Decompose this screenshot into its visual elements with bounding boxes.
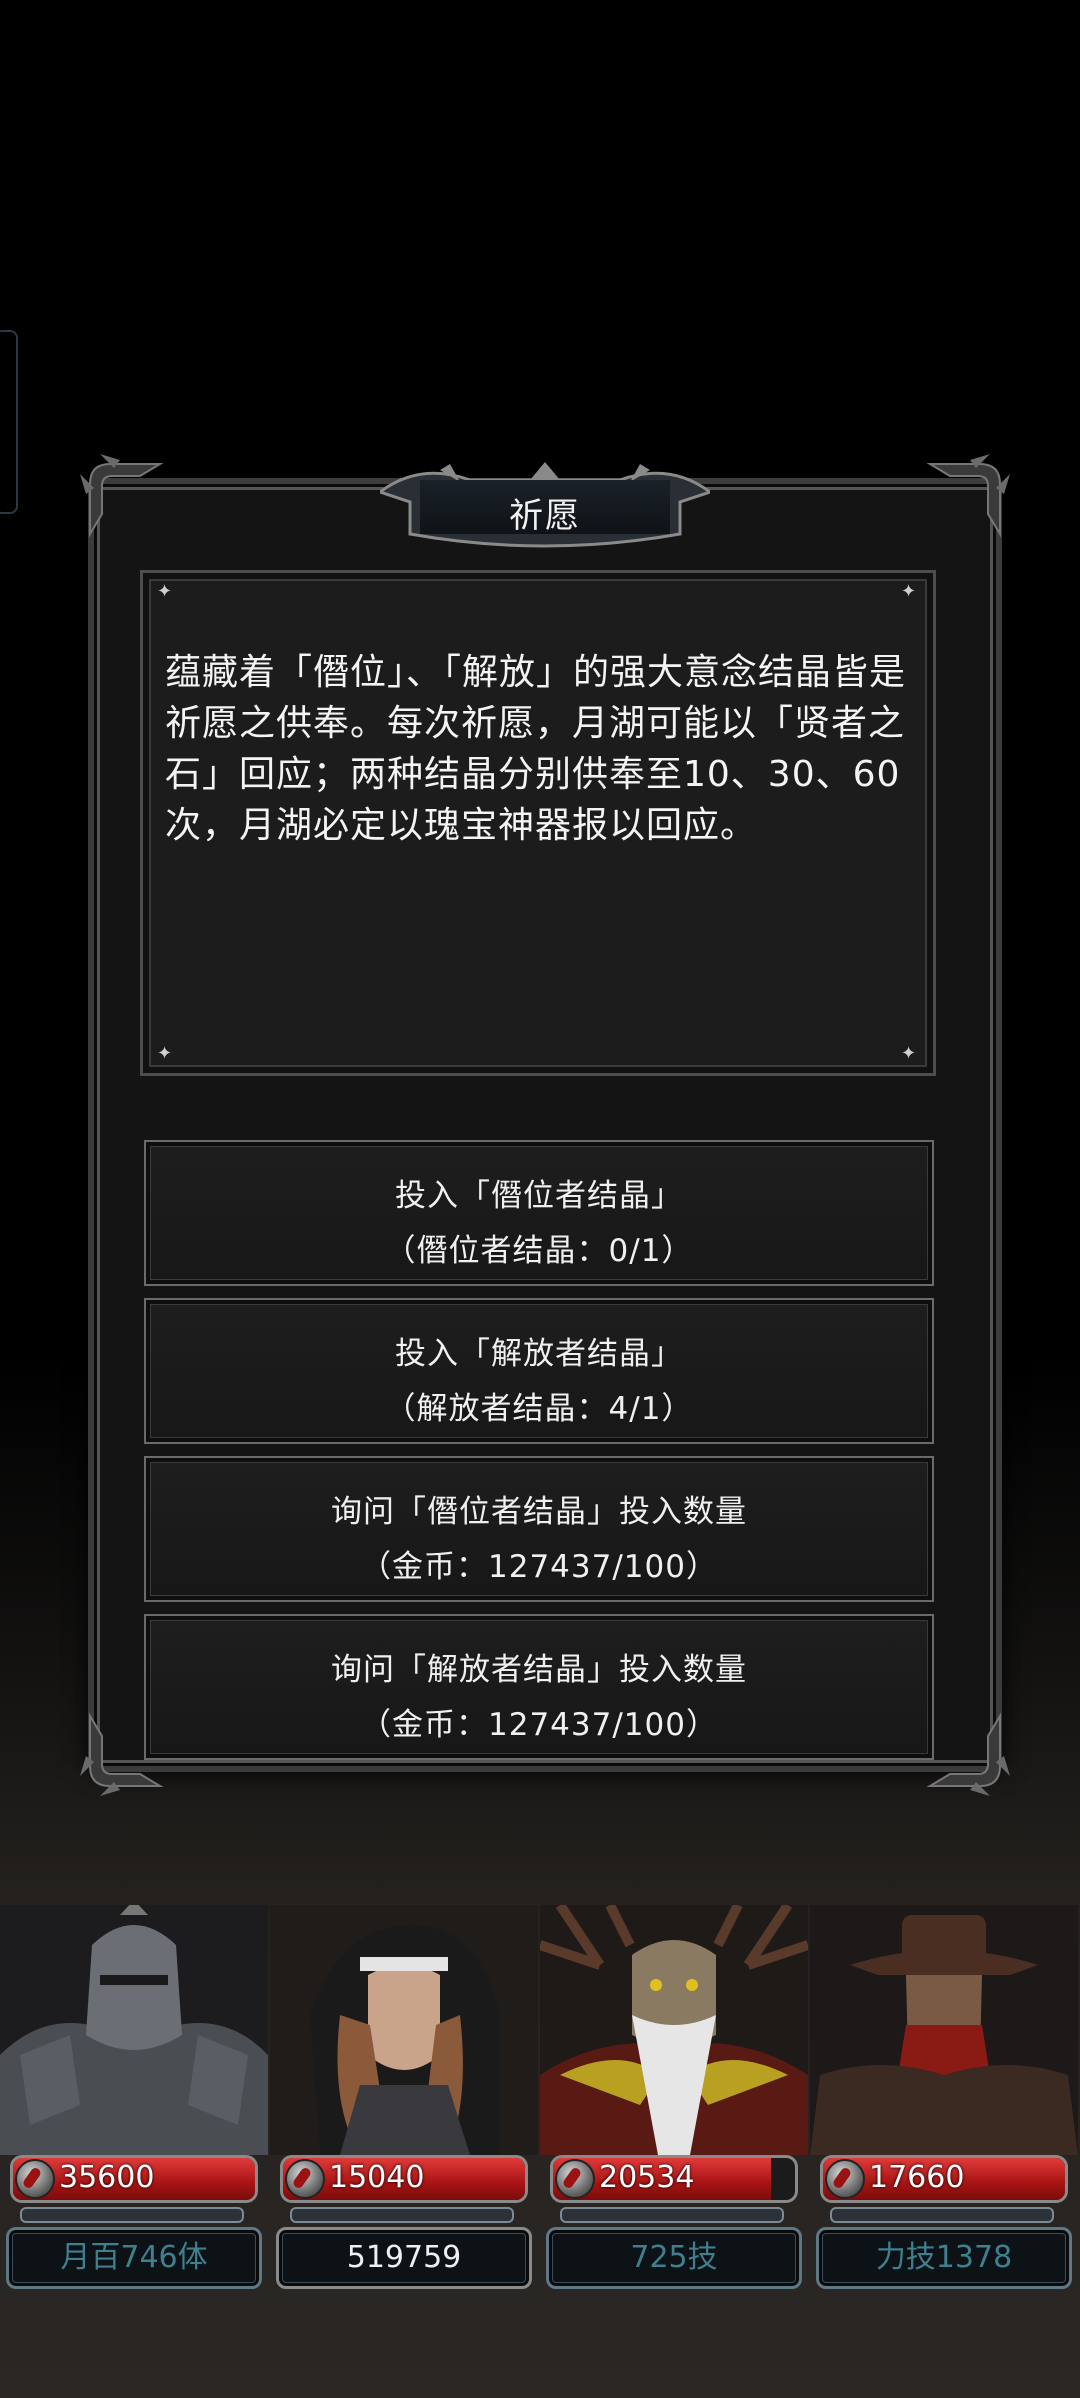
option-label: 询问「僭位者结晶」投入数量 — [331, 1494, 747, 1530]
offer-usurper-crystal-button[interactable]: 投入「僭位者结晶」 （僭位者结晶：0/1） — [144, 1140, 934, 1286]
member-tag: 力技1378 — [816, 2227, 1072, 2289]
option-label: 投入「解放者结晶」 — [395, 1336, 683, 1372]
member-tag: 725技 — [546, 2227, 802, 2289]
sparkle-icon: ✦ — [157, 581, 173, 602]
option-cost: （金币：127437/100） — [360, 1549, 718, 1585]
blood-drop-icon — [15, 2159, 55, 2199]
hp-value: 20534 — [599, 2160, 695, 2195]
hp-value: 15040 — [329, 2160, 425, 2195]
blood-drop-icon — [555, 2159, 595, 2199]
hp-bar: 20534 — [550, 2155, 798, 2203]
dialog-title-plate: 祈愿 — [380, 462, 710, 554]
frame-ornament-icon — [920, 454, 1010, 544]
description-panel: ✦ ✦ ✦ ✦ 蕴藏着「僭位」、「解放」的强大意念结晶皆是祈愿之供奉。每次祈愿，… — [140, 570, 936, 1076]
ask-usurper-crystal-count-button[interactable]: 询问「僭位者结晶」投入数量 （金币：127437/100） — [144, 1456, 934, 1602]
game-screen: 祈愿 ✦ ✦ ✦ ✦ 蕴藏着「僭位」、「解放」的强大意念结晶皆是祈愿之供奉。每次… — [0, 0, 1080, 2398]
ask-liberator-crystal-count-button[interactable]: 询问「解放者结晶」投入数量 （金币：127437/100） — [144, 1614, 934, 1760]
blood-drop-icon — [825, 2159, 865, 2199]
party-member[interactable]: 20534 725技 — [540, 1905, 808, 2295]
member-tag: 519759 — [276, 2227, 532, 2289]
frame-ornament-icon — [80, 454, 170, 544]
gunslinger-portrait — [810, 1905, 1078, 2155]
sparkle-icon: ✦ — [157, 1043, 173, 1064]
party-member[interactable]: 35600 月百746体 — [0, 1905, 268, 2295]
hp-value: 17660 — [869, 2160, 965, 2195]
option-count: （解放者结晶：4/1） — [384, 1391, 694, 1427]
antlered-elder-portrait — [540, 1905, 808, 2155]
nun-portrait — [270, 1905, 538, 2155]
hp-bar: 17660 — [820, 2155, 1068, 2203]
hp-bar: 35600 — [10, 2155, 258, 2203]
armored-knight-portrait — [0, 1905, 268, 2155]
blood-drop-icon — [285, 2159, 325, 2199]
option-label: 投入「僭位者结晶」 — [395, 1178, 683, 1214]
party-member[interactable]: 15040 519759 — [270, 1905, 538, 2295]
option-cost: （金币：127437/100） — [360, 1707, 718, 1743]
party-bar: 35600 月百746体 15040 519759 20534 725技 176… — [0, 1905, 1080, 2295]
sparkle-icon: ✦ — [901, 581, 917, 602]
description-text: 蕴藏着「僭位」、「解放」的强大意念结晶皆是祈愿之供奉。每次祈愿，月湖可能以「贤者… — [165, 652, 907, 846]
dialog-title: 祈愿 — [509, 496, 581, 536]
mp-bar — [20, 2207, 244, 2223]
mp-bar — [830, 2207, 1054, 2223]
party-member[interactable]: 17660 力技1378 — [810, 1905, 1078, 2295]
wish-dialog: 祈愿 ✦ ✦ ✦ ✦ 蕴藏着「僭位」、「解放」的强大意念结晶皆是祈愿之供奉。每次… — [80, 454, 1010, 1796]
member-tag: 月百746体 — [6, 2227, 262, 2289]
option-count: （僭位者结晶：0/1） — [384, 1233, 694, 1269]
option-label: 询问「解放者结晶」投入数量 — [331, 1652, 747, 1688]
hp-value: 35600 — [59, 2160, 155, 2195]
mp-bar — [560, 2207, 784, 2223]
side-drawer-tab[interactable] — [0, 330, 18, 514]
mp-bar — [290, 2207, 514, 2223]
offer-liberator-crystal-button[interactable]: 投入「解放者结晶」 （解放者结晶：4/1） — [144, 1298, 934, 1444]
hp-bar: 15040 — [280, 2155, 528, 2203]
sparkle-icon: ✦ — [901, 1043, 917, 1064]
